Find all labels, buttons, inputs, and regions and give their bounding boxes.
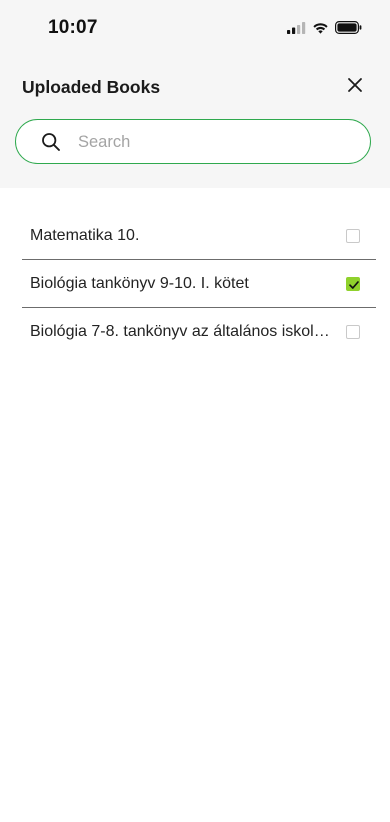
cellular-signal-icon [287, 21, 306, 39]
search-icon [41, 132, 61, 152]
close-button[interactable] [344, 76, 366, 98]
book-title: Biológia 7-8. tankönyv az általános isko… [30, 322, 330, 340]
list-item[interactable]: Matematika 10. [22, 212, 376, 260]
list-item[interactable]: Biológia tankönyv 9-10. I. kötet [22, 260, 376, 308]
book-title: Matematika 10. [30, 226, 140, 244]
status-icons [287, 21, 362, 39]
battery-icon [335, 21, 362, 39]
search-input[interactable] [76, 120, 360, 164]
book-checkbox[interactable] [346, 228, 360, 243]
wifi-icon [312, 21, 329, 39]
book-title: Biológia tankönyv 9-10. I. kötet [30, 274, 249, 292]
book-list: Matematika 10. Biológia tankönyv 9-10. I… [22, 212, 376, 355]
status-bar: 10:07 [0, 0, 390, 58]
book-checkbox[interactable] [346, 276, 360, 291]
status-time: 10:07 [48, 17, 98, 38]
page-title: Uploaded Books [22, 77, 161, 97]
checkmark-icon [349, 280, 359, 289]
list-item[interactable]: Biológia 7-8. tankönyv az általános isko… [22, 308, 376, 355]
book-checkbox[interactable] [346, 324, 360, 339]
search-field[interactable] [15, 119, 371, 164]
close-icon[interactable] [347, 77, 363, 98]
